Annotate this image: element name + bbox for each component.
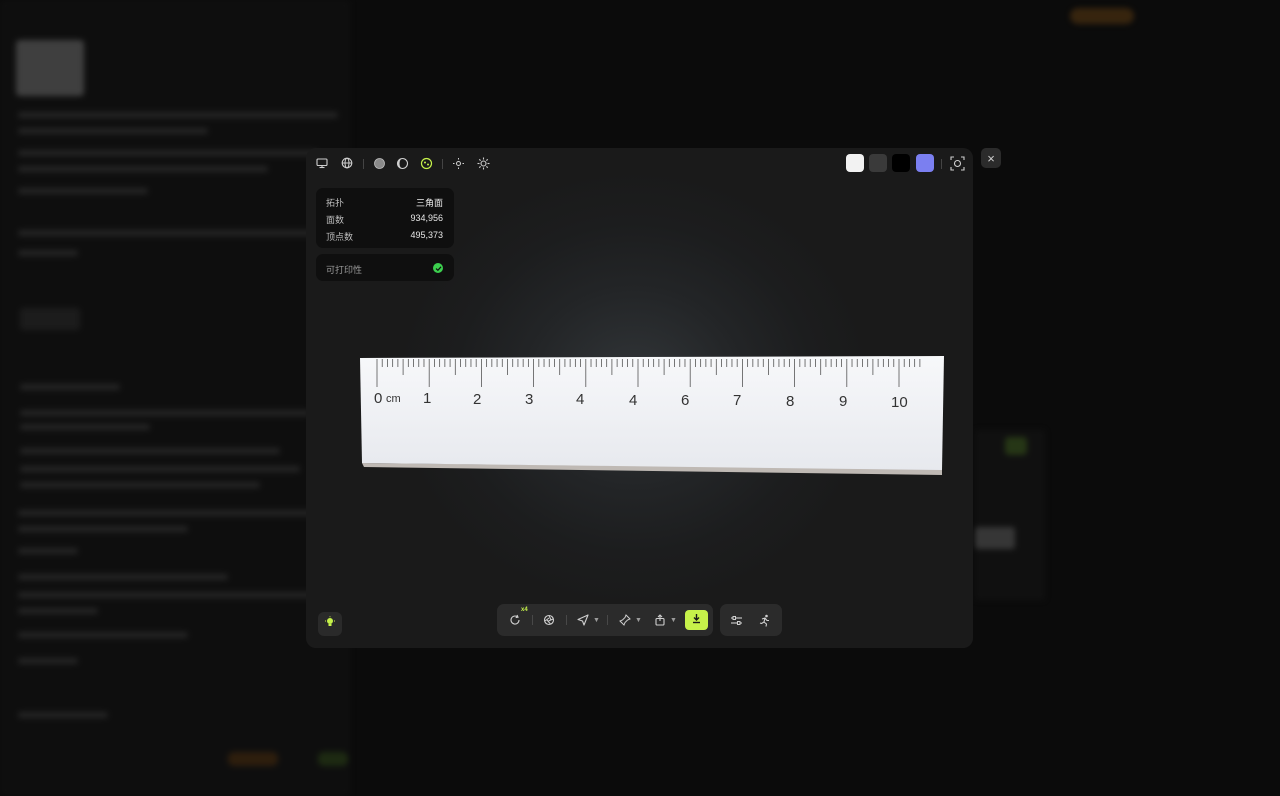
background-button xyxy=(975,527,1015,549)
printability-label: 可打印性 xyxy=(326,265,363,275)
share-icon[interactable] xyxy=(652,612,668,628)
screenshot-icon[interactable] xyxy=(949,155,965,171)
background-badge xyxy=(1005,437,1027,455)
light-bright-icon[interactable] xyxy=(475,155,491,171)
background-text-line xyxy=(18,150,318,156)
light-dim-icon[interactable] xyxy=(450,155,466,171)
mesh-info-card: 拓扑 三角面 面数 934,956 顶点数 495,373 xyxy=(316,188,454,248)
background-text-line xyxy=(18,658,78,664)
swatch-gray[interactable] xyxy=(869,154,887,172)
toolbar-divider xyxy=(532,615,533,625)
background-text-line xyxy=(18,548,78,554)
run-icon[interactable] xyxy=(756,612,772,628)
ruler-label-5: 4 xyxy=(629,392,638,409)
rotate-icon[interactable] xyxy=(507,612,523,628)
info-label: 面数 xyxy=(326,215,345,225)
ruler-label-10: 10 xyxy=(891,394,908,411)
pin-icon[interactable] xyxy=(617,612,633,628)
background-text-line xyxy=(18,712,108,718)
background-text-line xyxy=(18,632,188,638)
background-text-line xyxy=(18,592,318,598)
toolbar-divider xyxy=(363,159,364,169)
ruler-label-9: 9 xyxy=(839,393,848,410)
background-text-line xyxy=(18,112,338,118)
info-row-vertices: 顶点数 495,373 xyxy=(326,230,443,243)
background-text-line xyxy=(18,510,318,516)
close-button[interactable]: × xyxy=(981,148,1001,168)
download-button[interactable] xyxy=(685,610,708,630)
background-text-line xyxy=(20,384,120,390)
info-value: 三角面 xyxy=(415,198,443,208)
background-text-line xyxy=(18,574,228,580)
info-row-topology: 拓扑 三角面 xyxy=(326,196,443,209)
ruler-model[interactable]: 0 cm 1 2 3 4 4 6 7 8 9 10 xyxy=(358,355,948,480)
aperture-icon[interactable] xyxy=(541,612,557,628)
background-text-line xyxy=(18,128,208,134)
background-badge xyxy=(318,752,348,766)
info-label: 顶点数 xyxy=(326,232,354,242)
background-badge xyxy=(228,752,278,766)
toolbar-divider xyxy=(566,615,567,625)
background-pill xyxy=(20,308,80,330)
ruler-label-4: 4 xyxy=(576,391,585,408)
background-text-line xyxy=(20,466,300,472)
monitor-icon[interactable] xyxy=(314,155,330,171)
background-text-line xyxy=(18,166,268,172)
chevron-down-icon[interactable]: ▼ xyxy=(670,617,677,624)
toolbar-divider xyxy=(607,615,608,625)
printability-card[interactable]: 可打印性 xyxy=(316,254,454,281)
background-text-line xyxy=(18,250,78,256)
background-text-line xyxy=(20,410,310,416)
globe-icon[interactable] xyxy=(339,155,355,171)
ruler-label-2: 2 xyxy=(473,391,482,408)
info-value: 495,373 xyxy=(410,230,443,240)
ruler-label-7: 7 xyxy=(733,392,742,409)
background-text-line xyxy=(20,482,260,488)
info-label: 拓扑 xyxy=(326,198,345,208)
background-panel xyxy=(975,430,1045,600)
bulb-icon xyxy=(324,615,336,633)
solid-shade-icon[interactable] xyxy=(371,155,387,171)
info-row-faces: 面数 934,956 xyxy=(326,213,443,226)
background-sidebar xyxy=(0,0,350,796)
ruler-unit: cm xyxy=(386,393,401,405)
light-toggle-button[interactable] xyxy=(318,612,342,636)
background-text-line xyxy=(18,188,148,194)
sliders-icon[interactable] xyxy=(728,612,744,628)
bottom-toolbar xyxy=(497,604,713,636)
ruler-label-0: 0 xyxy=(374,390,383,407)
toolbar-divider xyxy=(941,159,942,169)
chevron-down-icon[interactable]: ▼ xyxy=(593,617,600,624)
texture-shade-icon[interactable] xyxy=(418,155,434,171)
ruler-graphic xyxy=(360,356,944,475)
chevron-down-icon[interactable]: ▼ xyxy=(635,617,642,624)
background-text-line xyxy=(18,608,98,614)
background-text-line xyxy=(18,526,188,532)
swatch-black[interactable] xyxy=(892,154,910,172)
background-badge xyxy=(1070,8,1134,24)
background-text-line xyxy=(20,448,280,454)
info-value: 934,956 xyxy=(410,213,443,223)
ruler-label-1: 1 xyxy=(423,390,432,407)
ruler-label-6: 6 xyxy=(681,392,690,409)
toolbar-divider xyxy=(442,159,443,169)
download-icon xyxy=(691,611,702,629)
background-text-line xyxy=(18,230,318,236)
swatch-white[interactable] xyxy=(846,154,864,172)
swatch-purple[interactable] xyxy=(916,154,934,172)
outline-shade-icon[interactable] xyxy=(394,155,410,171)
rotate-speed-badge: x4 xyxy=(521,607,528,613)
check-icon xyxy=(433,263,443,273)
background-text-line xyxy=(20,424,150,430)
ruler-label-8: 8 xyxy=(786,393,795,410)
background-thumbnail xyxy=(16,40,84,96)
ruler-label-3: 3 xyxy=(525,391,534,408)
send-icon[interactable] xyxy=(575,612,591,628)
